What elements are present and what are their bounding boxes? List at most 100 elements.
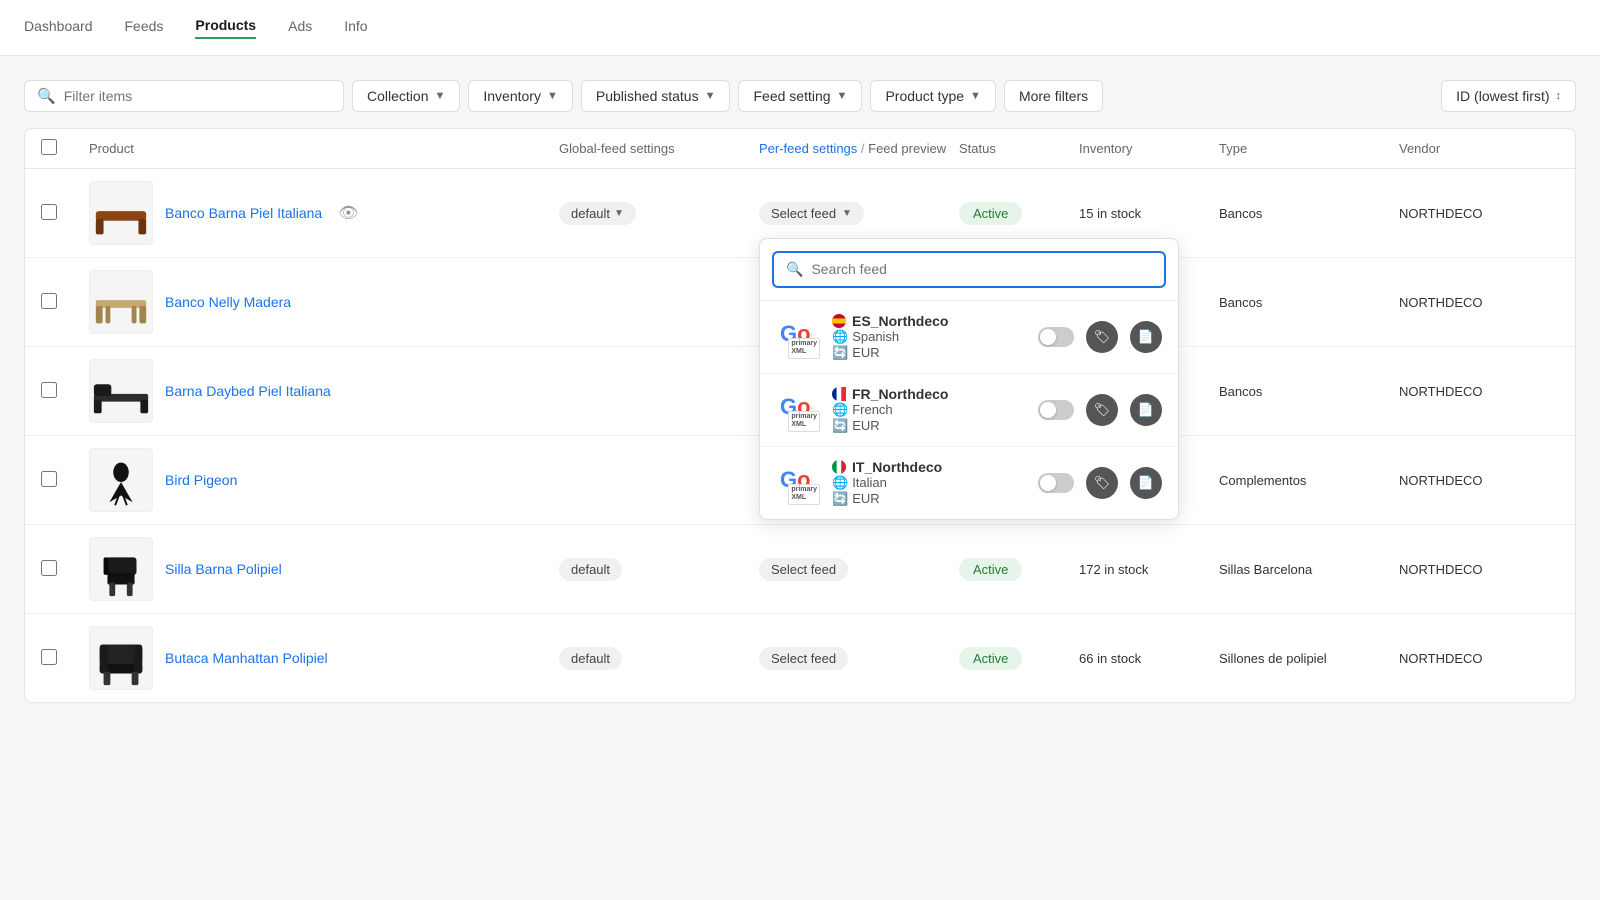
header-product: Product xyxy=(89,141,559,156)
sort-button[interactable]: ID (lowest first) ↕ xyxy=(1441,80,1576,112)
header-vendor: Vendor xyxy=(1399,141,1559,156)
published-status-filter[interactable]: Published status ▼ xyxy=(581,80,731,112)
filter-input[interactable] xyxy=(64,88,331,104)
nav-ads[interactable]: Ads xyxy=(288,18,312,38)
collection-filter[interactable]: Collection ▼ xyxy=(352,80,460,112)
feed-search-dropdown: 🔍 Google xyxy=(759,238,1179,520)
default-badge-1[interactable]: default ▼ xyxy=(559,202,636,225)
feed-currency-it: 🔄 EUR xyxy=(832,491,1026,507)
feed-toggle-fr[interactable] xyxy=(1038,400,1074,420)
feed-tag-button-it[interactable]: 🏷 xyxy=(1086,467,1118,499)
feed-name-it: IT_Northdeco xyxy=(832,459,1026,475)
vendor-cell-1: NORTHDECO xyxy=(1399,206,1559,221)
header-status: Status xyxy=(959,141,1079,156)
flag-fr xyxy=(832,387,846,401)
feed-tag-button-es[interactable]: 🏷 xyxy=(1086,321,1118,353)
top-nav: Dashboard Feeds Products Ads Info xyxy=(0,0,1600,56)
row-checkbox-3[interactable] xyxy=(41,382,57,398)
dropdown-search-area: 🔍 xyxy=(760,239,1178,301)
nav-dashboard[interactable]: Dashboard xyxy=(24,18,93,38)
nav-feeds[interactable]: Feeds xyxy=(125,18,164,38)
feed-name-fr: FR_Northdeco xyxy=(832,386,1026,402)
vendor-cell-2: NORTHDECO xyxy=(1399,295,1559,310)
feed-item-it: Google primaryXML xyxy=(760,447,1178,519)
chevron-down-icon: ▼ xyxy=(614,208,624,219)
row-checkbox-2[interactable] xyxy=(41,293,57,309)
product-image-2 xyxy=(89,270,153,334)
product-link-5[interactable]: Silla Barna Polipiel xyxy=(165,561,282,577)
more-filters-button[interactable]: More filters xyxy=(1004,80,1103,112)
feed-lang-es: 🌐 Spanish xyxy=(832,329,1026,345)
type-cell-2: Bancos xyxy=(1219,295,1399,310)
row-checkbox-1[interactable] xyxy=(41,204,57,220)
flag-it xyxy=(832,460,846,474)
inventory-filter[interactable]: Inventory ▼ xyxy=(468,80,572,112)
nav-products[interactable]: Products xyxy=(195,17,256,39)
feed-name-es: ES_Northdeco xyxy=(832,313,1026,329)
search-icon: 🔍 xyxy=(37,87,56,105)
select-all-checkbox[interactable] xyxy=(41,139,57,155)
flag-es xyxy=(832,314,846,328)
product-cell-2: Banco Nelly Madera xyxy=(89,270,559,334)
feed-logo-es: Google primaryXML xyxy=(776,315,820,359)
select-feed-cell-6: Select feed xyxy=(759,647,959,670)
feed-edit-button-es[interactable]: 📄 xyxy=(1130,321,1162,353)
type-cell-6: Sillones de polipiel xyxy=(1219,651,1399,666)
feed-info-it: IT_Northdeco 🌐 Italian 🔄 EUR xyxy=(832,459,1026,507)
default-badge-6[interactable]: default xyxy=(559,647,622,670)
nav-info[interactable]: Info xyxy=(344,18,367,38)
chevron-down-icon: ▼ xyxy=(434,90,445,102)
status-badge-1: Active xyxy=(959,202,1022,225)
inventory-cell-6: 66 in stock xyxy=(1079,651,1219,666)
feed-setting-filter[interactable]: Feed setting ▼ xyxy=(738,80,862,112)
product-image-1 xyxy=(89,181,153,245)
select-feed-cell-1: Select feed ▼ 🔍 xyxy=(759,202,959,225)
feed-tag-button-fr[interactable]: 🏷 xyxy=(1086,394,1118,426)
chevron-down-icon: ▼ xyxy=(842,208,852,219)
global-setting-6: default xyxy=(559,647,759,670)
type-cell-3: Bancos xyxy=(1219,384,1399,399)
header-global-feed: Global-feed settings xyxy=(559,141,759,156)
chevron-down-icon: ▼ xyxy=(837,90,848,102)
status-cell-1: Active xyxy=(959,205,1079,221)
product-link-1[interactable]: Banco Barna Piel Italiana xyxy=(165,205,322,221)
search-wrap: 🔍 xyxy=(24,80,344,112)
select-feed-button-1[interactable]: Select feed ▼ xyxy=(759,202,864,225)
product-image-6 xyxy=(89,626,153,690)
search-icon: 🔍 xyxy=(786,261,803,278)
product-type-filter[interactable]: Product type ▼ xyxy=(870,80,996,112)
feed-toggle-es[interactable] xyxy=(1038,327,1074,347)
type-cell-1: Bancos xyxy=(1219,206,1399,221)
search-input-wrap: 🔍 xyxy=(772,251,1166,288)
eye-icon-1[interactable]: 👁 xyxy=(338,203,358,223)
status-badge-5: Active xyxy=(959,558,1022,581)
feed-info-fr: FR_Northdeco 🌐 French 🔄 EUR xyxy=(832,386,1026,434)
feed-item-fr: Google primaryXML xyxy=(760,374,1178,447)
chevron-down-icon: ▼ xyxy=(547,90,558,102)
product-link-4[interactable]: Bird Pigeon xyxy=(165,472,237,488)
feed-search-input[interactable] xyxy=(811,261,1152,277)
header-per-feed: Per-feed settings / Feed preview xyxy=(759,141,959,156)
product-link-3[interactable]: Barna Daybed Piel Italiana xyxy=(165,383,331,399)
table-row: Butaca Manhattan Polipiel default Select… xyxy=(25,614,1575,702)
feed-edit-button-fr[interactable]: 📄 xyxy=(1130,394,1162,426)
product-image-5 xyxy=(89,537,153,601)
status-cell-6: Active xyxy=(959,650,1079,666)
feed-toggle-it[interactable] xyxy=(1038,473,1074,493)
feed-lang-it: 🌐 Italian xyxy=(832,475,1026,491)
inventory-cell-5: 172 in stock xyxy=(1079,562,1219,577)
product-link-2[interactable]: Banco Nelly Madera xyxy=(165,294,291,310)
chevron-down-icon: ▼ xyxy=(705,90,716,102)
table-row: Banco Barna Piel Italiana 👁 default ▼ Se… xyxy=(25,169,1575,258)
vendor-cell-3: NORTHDECO xyxy=(1399,384,1559,399)
default-badge-5[interactable]: default xyxy=(559,558,622,581)
select-feed-button-6[interactable]: Select feed xyxy=(759,647,848,670)
feed-edit-button-it[interactable]: 📄 xyxy=(1130,467,1162,499)
product-link-6[interactable]: Butaca Manhattan Polipiel xyxy=(165,650,328,666)
vendor-cell-4: NORTHDECO xyxy=(1399,473,1559,488)
row-checkbox-4[interactable] xyxy=(41,471,57,487)
row-checkbox-5[interactable] xyxy=(41,560,57,576)
select-feed-button-5[interactable]: Select feed xyxy=(759,558,848,581)
feed-lang-fr: 🌐 French xyxy=(832,402,1026,418)
row-checkbox-6[interactable] xyxy=(41,649,57,665)
